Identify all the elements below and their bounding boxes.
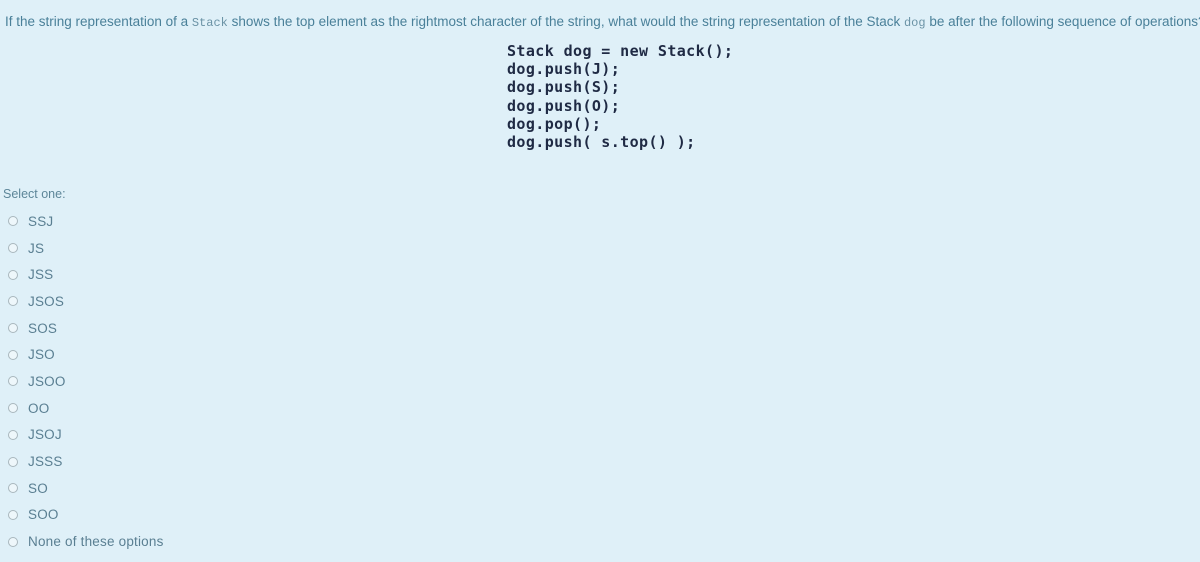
answer-option[interactable]: JSS bbox=[3, 261, 403, 288]
radio-button-icon[interactable] bbox=[8, 536, 18, 547]
answer-option[interactable]: SOS bbox=[3, 315, 403, 342]
code-line: dog.push(J); bbox=[507, 60, 621, 79]
answer-option-label: JSOO bbox=[28, 373, 66, 389]
answer-option[interactable]: JSOO bbox=[3, 368, 403, 395]
code-line: dog.push( s.top() ); bbox=[507, 133, 696, 152]
code-line: dog.push(S); bbox=[507, 78, 621, 97]
answer-option-label: JSSS bbox=[28, 454, 63, 470]
code-line: dog.push(O); bbox=[507, 96, 621, 115]
answer-option-label: SOO bbox=[28, 507, 59, 523]
radio-button-icon[interactable] bbox=[8, 349, 18, 360]
question-inline-code-dog: dog bbox=[903, 16, 926, 30]
radio-button-icon[interactable] bbox=[8, 296, 18, 307]
answer-option-label: OO bbox=[28, 400, 50, 416]
radio-button-icon[interactable] bbox=[8, 483, 18, 494]
answer-option-label: JSS bbox=[28, 267, 54, 283]
select-one-label: Select one: bbox=[3, 187, 66, 201]
radio-button-icon[interactable] bbox=[8, 509, 18, 520]
answer-option[interactable]: SOO bbox=[3, 502, 403, 529]
radio-button-icon[interactable] bbox=[8, 429, 18, 440]
answer-option-label: JSO bbox=[28, 347, 55, 363]
answer-option[interactable]: SSJ bbox=[3, 208, 403, 235]
radio-button-icon[interactable] bbox=[8, 323, 18, 334]
radio-button-icon[interactable] bbox=[8, 216, 18, 227]
code-line: Stack dog = new Stack(); bbox=[507, 42, 734, 60]
answer-option[interactable]: JSSS bbox=[3, 448, 403, 475]
code-block: Stack dog = new Stack(); dog.push(J); dog.… bbox=[507, 42, 733, 151]
radio-button-icon[interactable] bbox=[8, 456, 18, 467]
answer-option-label: JSOS bbox=[28, 293, 65, 309]
answer-option-label: JS bbox=[28, 240, 45, 256]
answer-option[interactable]: SO bbox=[3, 475, 403, 502]
question-text-part-1: If the string representation of a bbox=[5, 14, 192, 29]
answer-option[interactable]: JS bbox=[3, 235, 403, 262]
question-text-part-2: shows the top element as the rightmost c… bbox=[227, 14, 904, 29]
radio-button-icon[interactable] bbox=[8, 269, 18, 280]
radio-button-icon[interactable] bbox=[8, 376, 18, 387]
question-inline-code-stack: Stack bbox=[191, 16, 228, 30]
answer-option-label: SSJ bbox=[28, 213, 54, 229]
radio-button-icon[interactable] bbox=[8, 243, 18, 254]
code-line: dog.pop(); bbox=[507, 114, 602, 133]
answer-option[interactable]: OO bbox=[3, 395, 403, 422]
answer-option-label: SOS bbox=[28, 320, 58, 336]
question-stem: If the string representation of a Stack … bbox=[5, 13, 1200, 32]
radio-button-icon[interactable] bbox=[8, 403, 18, 414]
answer-options-list: SSJ JS JSS JSOS SOS JSO JSOO OO JSOJ JSSS SO SOO Non… bbox=[3, 208, 403, 555]
answer-option-label: None of these options bbox=[28, 534, 164, 550]
answer-option-label: SO bbox=[28, 480, 48, 496]
answer-option[interactable]: JSO bbox=[3, 341, 403, 368]
answer-option[interactable]: None of these options bbox=[3, 528, 403, 555]
question-text-part-3: be after the following sequence of opera… bbox=[925, 14, 1200, 29]
answer-option[interactable]: JSOS bbox=[3, 288, 403, 315]
answer-option-label: JSOJ bbox=[28, 427, 62, 443]
answer-option[interactable]: JSOJ bbox=[3, 422, 403, 449]
